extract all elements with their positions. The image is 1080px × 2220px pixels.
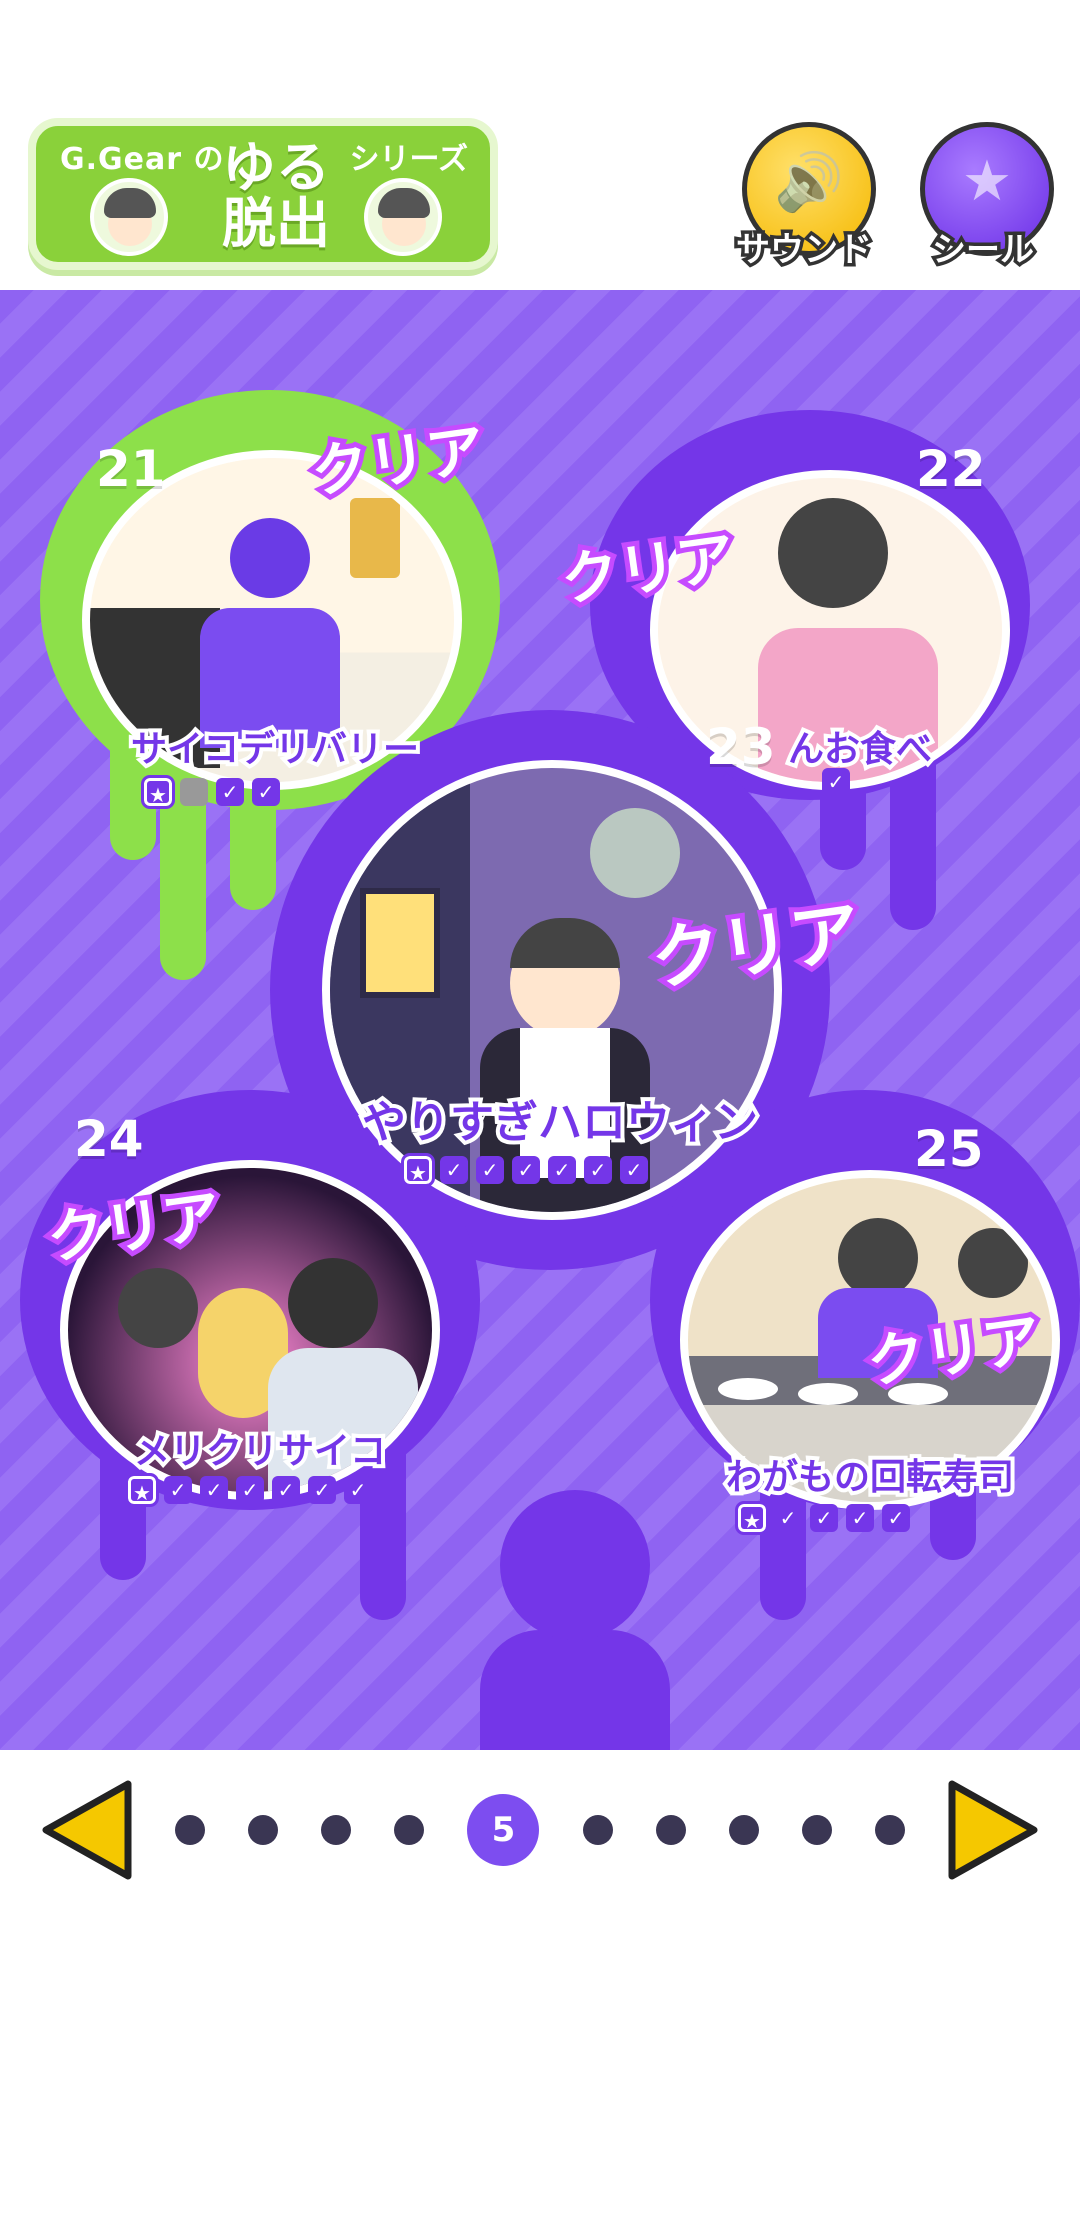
checkmark-icon: ✓ (308, 1476, 336, 1504)
checkmark-icon: ✓ (252, 778, 280, 806)
star-check-icon: ★ (141, 775, 175, 809)
checkmark-icon: ✓ (548, 1156, 576, 1184)
progress-checks: ★ ✓ ✓ ✓ ✓ ✓ ✓ (401, 1153, 648, 1187)
page-navigation: 5 (0, 1750, 1080, 1910)
current-page-indicator[interactable]: 5 (467, 1794, 540, 1866)
level-title: サイコデリバリー (127, 725, 423, 774)
page-dot[interactable] (248, 1815, 279, 1845)
checkmark-icon: ✓ (822, 768, 850, 796)
level-title: やりすぎハロウィン (358, 1093, 762, 1152)
logo-brand: G.Gear の (60, 142, 225, 177)
game-logo: G.Gear の シリーズ ゆる 脱出 (28, 118, 498, 270)
page-dot[interactable] (728, 1815, 759, 1845)
progress-checks: ✓ (822, 768, 850, 796)
checkmark-icon: ✓ (620, 1156, 648, 1184)
checkmark-icon: ✓ (512, 1156, 540, 1184)
level-number: 25 (914, 1120, 984, 1178)
checkmark-icon: ✓ (200, 1476, 228, 1504)
progress-checks: ★ ✓ ✓ ✓ ✓ (735, 1501, 910, 1535)
star-check-icon: ★ (735, 1501, 769, 1535)
level-number: 21 (96, 440, 166, 498)
level-number: 22 (916, 440, 986, 498)
level-title: わがもの回転寿司 (722, 1453, 1018, 1502)
checkmark-icon: ✓ (810, 1504, 838, 1532)
character-face-icon (364, 178, 442, 256)
checkmark-icon: ✓ (774, 1504, 802, 1532)
sound-label: サウンド (733, 227, 876, 274)
page-dot[interactable] (394, 1815, 425, 1845)
left-arrow-icon (42, 1780, 132, 1880)
level-map: 21 22 23 24 25 クリア クリア クリア クリア クリア サイコデリ… (0, 290, 1080, 1750)
level-title: んお食べ (784, 725, 936, 774)
silhouette-character (480, 1490, 680, 1750)
star-check-icon: ★ (125, 1473, 159, 1507)
header: G.Gear の シリーズ ゆる 脱出 🔊 サウンド ★ シール (0, 0, 1080, 290)
checkmark-icon: ✓ (344, 1476, 372, 1504)
right-arrow-icon (948, 1780, 1038, 1880)
page-dot[interactable] (801, 1815, 832, 1845)
checkmark-icon: ✓ (272, 1476, 300, 1504)
page-dot[interactable] (321, 1815, 352, 1845)
seal-label: シール (929, 227, 1038, 274)
level-number: 24 (74, 1110, 144, 1168)
checkmark-icon: ✓ (440, 1156, 468, 1184)
checkmark-icon: ✓ (164, 1476, 192, 1504)
logo-series: シリーズ (349, 142, 469, 177)
page-dot[interactable] (582, 1815, 613, 1845)
empty-check-icon (180, 778, 208, 806)
checkmark-icon: ✓ (236, 1476, 264, 1504)
next-page-button[interactable] (942, 1778, 1042, 1882)
character-face-icon (90, 178, 168, 256)
speaker-icon: 🔊 (774, 150, 844, 215)
page-dots: 5 (175, 1794, 905, 1866)
page-dot[interactable] (175, 1815, 205, 1845)
checkmark-icon: ✓ (584, 1156, 612, 1184)
level-title: メリクリサイコ (130, 1427, 390, 1476)
progress-checks: ★ ✓ ✓ (141, 775, 280, 809)
logo-title-line2: 脱出 (222, 192, 330, 255)
level-select-screen: G.Gear の シリーズ ゆる 脱出 🔊 サウンド ★ シール 21 22 2… (0, 0, 1080, 2220)
page-dot[interactable] (655, 1815, 686, 1845)
checkmark-icon: ✓ (476, 1156, 504, 1184)
logo-title-line1: ゆる (222, 136, 330, 199)
logo-title: ゆる 脱出 (216, 140, 336, 252)
checkmark-icon: ✓ (882, 1504, 910, 1532)
star-check-icon: ★ (401, 1153, 435, 1187)
prev-page-button[interactable] (38, 1778, 138, 1882)
page-dot[interactable] (874, 1815, 905, 1845)
checkmark-icon: ✓ (216, 778, 244, 806)
progress-checks: ★ ✓ ✓ ✓ ✓ ✓ ✓ (125, 1473, 372, 1507)
star-sticker-icon: ★ (961, 149, 1013, 214)
checkmark-icon: ✓ (846, 1504, 874, 1532)
